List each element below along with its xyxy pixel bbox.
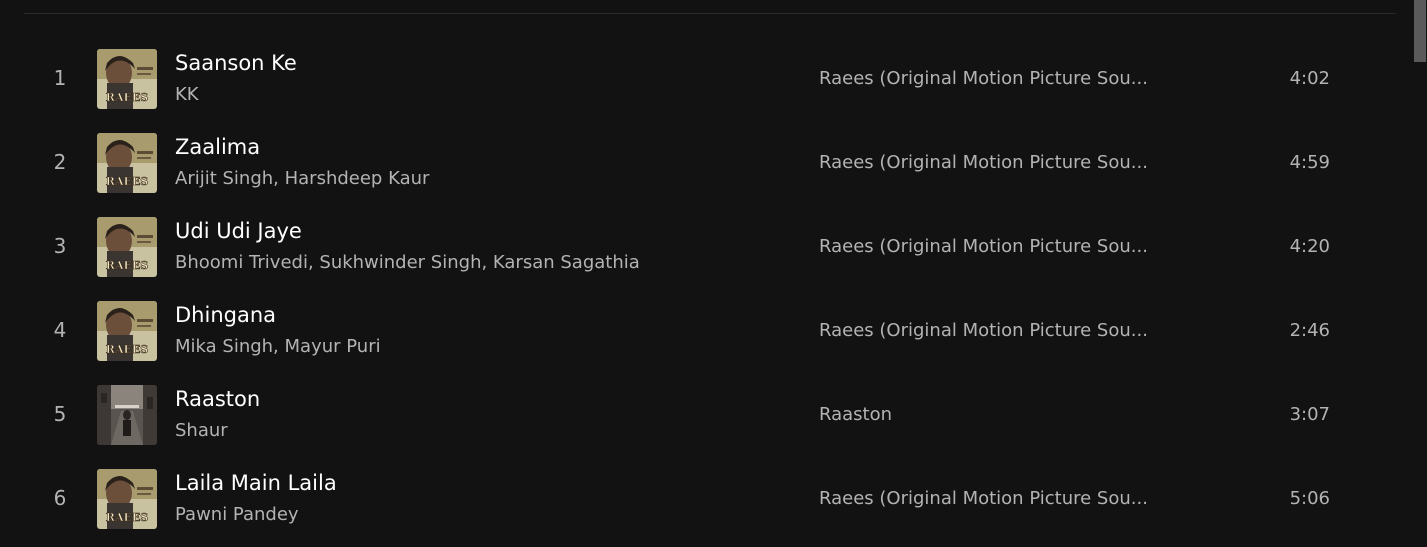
- svg-text:RAEES: RAEES: [106, 91, 148, 104]
- track-artists[interactable]: KK: [175, 84, 199, 105]
- track-artists[interactable]: Shaur: [175, 420, 228, 441]
- album-cover-raaston: [97, 385, 157, 445]
- track-number: 2: [53, 150, 67, 174]
- album-cover-raees: RAEES: [97, 133, 157, 193]
- track-row[interactable]: 6 RAEES Laila Main Laila Pawni Pandey Ra…: [0, 458, 1400, 542]
- album-cover-raees: RAEES: [97, 49, 157, 109]
- svg-text:RAEES: RAEES: [106, 175, 148, 188]
- track-title[interactable]: Udi Udi Jaye: [175, 219, 302, 243]
- track-duration: 4:20: [1289, 236, 1330, 257]
- track-duration: 2:46: [1289, 320, 1330, 341]
- track-album[interactable]: Raees (Original Motion Picture Sou...: [819, 488, 1164, 509]
- track-album[interactable]: Raees (Original Motion Picture Sou...: [819, 320, 1164, 341]
- vertical-scrollbar[interactable]: [1413, 0, 1427, 547]
- track-title[interactable]: Zaalima: [175, 135, 260, 159]
- track-row[interactable]: 4 RAEES Dhingana Mika Singh, Mayur Puri …: [0, 290, 1400, 374]
- track-number: 1: [53, 66, 67, 90]
- track-album[interactable]: Raees (Original Motion Picture Sou...: [819, 68, 1164, 89]
- track-number: 6: [53, 486, 67, 510]
- album-cover-raees: RAEES: [97, 217, 157, 277]
- track-artists[interactable]: Bhoomi Trivedi, Sukhwinder Singh, Karsan…: [175, 252, 640, 273]
- album-cover-raees: RAEES: [97, 469, 157, 529]
- track-number: 5: [53, 402, 67, 426]
- svg-text:RAEES: RAEES: [106, 259, 148, 272]
- track-album[interactable]: Raees (Original Motion Picture Sou...: [819, 152, 1164, 173]
- scrollbar-thumb[interactable]: [1414, 0, 1426, 62]
- track-list: 1 RAEES Saanson Ke KK Raees (Original Mo…: [0, 38, 1400, 542]
- track-duration: 3:07: [1289, 404, 1330, 425]
- header-divider: [24, 13, 1396, 14]
- svg-text:RAEES: RAEES: [106, 343, 148, 356]
- track-album[interactable]: Raees (Original Motion Picture Sou...: [819, 236, 1164, 257]
- track-duration: 5:06: [1289, 488, 1330, 509]
- track-title[interactable]: Saanson Ke: [175, 51, 297, 75]
- track-number: 3: [53, 234, 67, 258]
- svg-text:RAEES: RAEES: [106, 511, 148, 524]
- track-row[interactable]: 1 RAEES Saanson Ke KK Raees (Original Mo…: [0, 38, 1400, 122]
- track-title[interactable]: Laila Main Laila: [175, 471, 337, 495]
- track-row[interactable]: 2 RAEES Zaalima Arijit Singh, Harshdeep …: [0, 122, 1400, 206]
- track-artists[interactable]: Pawni Pandey: [175, 504, 299, 525]
- track-duration: 4:02: [1289, 68, 1330, 89]
- track-row[interactable]: 3 RAEES Udi Udi Jaye Bhoomi Trivedi, Suk…: [0, 206, 1400, 290]
- album-cover-raees: RAEES: [97, 301, 157, 361]
- track-number: 4: [53, 318, 67, 342]
- track-duration: 4:59: [1289, 152, 1330, 173]
- track-album[interactable]: Raaston: [819, 404, 1164, 425]
- tracklist-page: 1 RAEES Saanson Ke KK Raees (Original Mo…: [0, 0, 1427, 547]
- track-artists[interactable]: Mika Singh, Mayur Puri: [175, 336, 381, 357]
- track-row[interactable]: 5 Raaston Shaur Raaston 3:07: [0, 374, 1400, 458]
- track-artists[interactable]: Arijit Singh, Harshdeep Kaur: [175, 168, 429, 189]
- track-title[interactable]: Dhingana: [175, 303, 276, 327]
- track-title[interactable]: Raaston: [175, 387, 260, 411]
